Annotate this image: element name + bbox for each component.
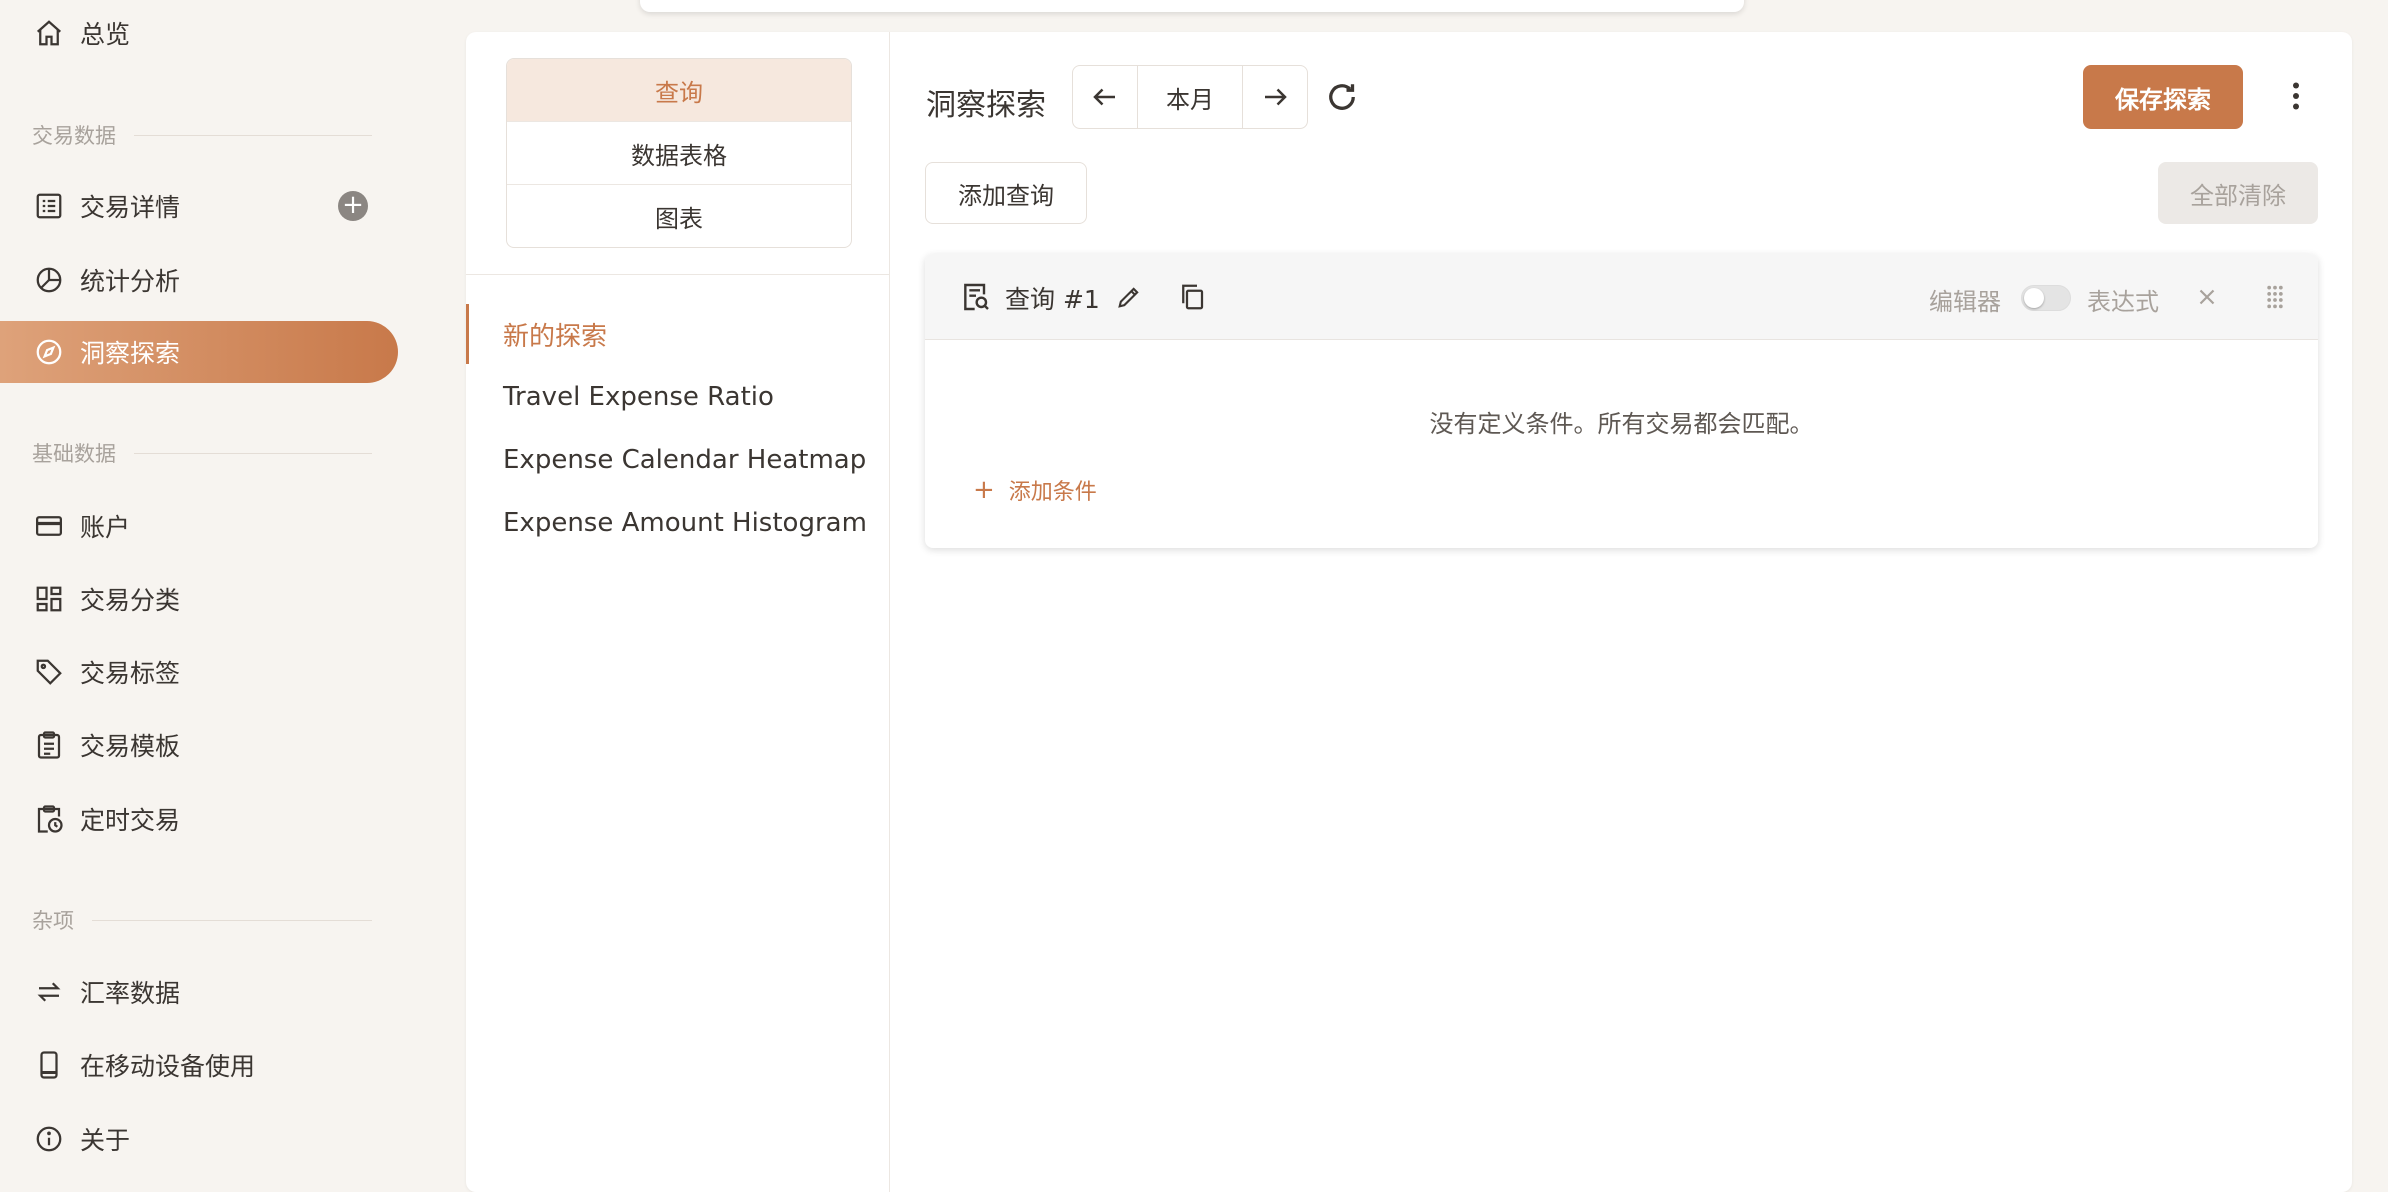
phone-icon xyxy=(32,1048,66,1082)
home-icon xyxy=(32,16,66,50)
sidebar-item-exchange-rates[interactable]: 汇率数据 xyxy=(0,961,398,1023)
previous-period-button[interactable] xyxy=(1073,66,1137,128)
sidebar-item-tags[interactable]: 交易标签 xyxy=(0,641,398,703)
clear-all-button[interactable]: 全部清除 xyxy=(2158,162,2318,224)
sidebar-item-statistics[interactable]: 统计分析 xyxy=(0,249,398,311)
sidebar-item-label: 关于 xyxy=(80,1126,131,1155)
sidebar-item-label: 定时交易 xyxy=(80,806,181,835)
sidebar-item-transaction-details[interactable]: 交易详情 + xyxy=(0,175,398,237)
edit-icon[interactable] xyxy=(1112,280,1146,314)
query-card: 查询 #1 编辑器 表达式 没有定义条件。所有交易都会匹配。 + 添加条件 xyxy=(925,254,2318,548)
page-title: 洞察探索 xyxy=(926,88,1046,123)
date-range-selector: 本月 xyxy=(1072,65,1308,129)
tab-query[interactable]: 查询 xyxy=(507,59,851,122)
add-transaction-icon[interactable]: + xyxy=(338,191,368,221)
pie-chart-icon xyxy=(32,263,66,297)
refresh-icon[interactable] xyxy=(1324,79,1360,115)
add-query-button[interactable]: 添加查询 xyxy=(925,162,1087,224)
sidebar-item-accounts[interactable]: 账户 xyxy=(0,495,398,557)
divider xyxy=(466,274,890,275)
section-label: 基础数据 xyxy=(32,442,116,466)
close-icon[interactable] xyxy=(2190,280,2224,314)
section-header-transactions: 交易数据 xyxy=(32,120,372,150)
section-header-misc: 杂项 xyxy=(32,905,372,935)
exploration-item[interactable]: Expense Amount Histogram xyxy=(466,493,889,553)
editor-label: 编辑器 xyxy=(1929,288,2001,316)
add-condition-label: 添加条件 xyxy=(1008,480,1097,505)
section-label: 交易数据 xyxy=(32,124,116,148)
compass-icon xyxy=(32,335,66,369)
swap-arrows-icon xyxy=(32,975,66,1009)
tab-chart[interactable]: 图表 xyxy=(507,185,851,247)
sidebar-item-label: 洞察探索 xyxy=(80,339,181,368)
section-header-basic: 基础数据 xyxy=(32,438,372,468)
expression-label: 表达式 xyxy=(2087,288,2159,316)
copy-icon[interactable] xyxy=(1175,280,1209,314)
sidebar-item-label: 交易模板 xyxy=(80,732,181,761)
expression-toggle[interactable] xyxy=(2021,285,2071,311)
sidebar-item-label: 在移动设备使用 xyxy=(80,1052,256,1081)
sidebar-item-about[interactable]: 关于 xyxy=(0,1108,398,1170)
date-range-button[interactable]: 本月 xyxy=(1137,66,1243,128)
plus-icon: + xyxy=(973,475,995,505)
next-period-button[interactable] xyxy=(1243,66,1307,128)
exploration-item[interactable]: Travel Expense Ratio xyxy=(466,367,889,427)
sidebar-item-label: 统计分析 xyxy=(80,267,181,296)
arrow-right-icon xyxy=(1265,88,1287,106)
clipboard-icon xyxy=(32,728,66,762)
sidebar-item-scheduled[interactable]: 定时交易 xyxy=(0,788,398,850)
tag-icon xyxy=(32,655,66,689)
dashboard-icon xyxy=(32,582,66,616)
query-search-icon xyxy=(959,280,993,314)
scheduled-clipboard-icon xyxy=(32,802,66,836)
sidebar-item-label: 账户 xyxy=(80,513,131,542)
sidebar-item-templates[interactable]: 交易模板 xyxy=(0,714,398,776)
exploration-item-new[interactable]: 新的探索 xyxy=(466,304,889,364)
query-title: 查询 #1 xyxy=(1005,285,1100,314)
empty-conditions-message: 没有定义条件。所有交易都会匹配。 xyxy=(1429,410,1814,438)
sidebar-item-label: 交易分类 xyxy=(80,586,181,615)
drag-handle-icon[interactable] xyxy=(2258,280,2292,314)
view-mode-tabs: 查询 数据表格 图表 xyxy=(506,58,852,248)
query-card-header: 查询 #1 编辑器 表达式 xyxy=(925,254,2318,340)
sidebar-item-overview[interactable]: 总览 xyxy=(0,2,398,64)
sidebar-item-label: 交易标签 xyxy=(80,659,181,688)
sidebar-item-label: 总览 xyxy=(80,20,131,49)
main-card: 查询 数据表格 图表 新的探索 Travel Expense Ratio Exp… xyxy=(466,32,2352,1192)
sidebar: 总览 交易数据 交易详情 + 统计分析 洞察探索 基础数据 账户 交易分类 交易… xyxy=(0,0,410,1164)
arrow-left-icon xyxy=(1093,88,1115,106)
sidebar-item-categories[interactable]: 交易分类 xyxy=(0,568,398,630)
add-condition-button[interactable]: + 添加条件 xyxy=(973,474,1097,506)
section-label: 杂项 xyxy=(32,909,74,933)
sidebar-item-mobile[interactable]: 在移动设备使用 xyxy=(0,1034,398,1096)
more-vertical-icon[interactable] xyxy=(2276,76,2316,116)
sidebar-item-label: 汇率数据 xyxy=(80,979,181,1008)
list-icon xyxy=(32,189,66,223)
credit-card-icon xyxy=(32,509,66,543)
info-icon xyxy=(32,1122,66,1156)
top-dropdown-fragment xyxy=(640,0,1744,12)
tab-data-table[interactable]: 数据表格 xyxy=(507,122,851,185)
exploration-panel: 查询 数据表格 图表 新的探索 Travel Expense Ratio Exp… xyxy=(466,32,890,1192)
sidebar-item-label: 交易详情 xyxy=(80,193,181,222)
sidebar-item-insights[interactable]: 洞察探索 xyxy=(0,321,398,383)
exploration-item[interactable]: Expense Calendar Heatmap xyxy=(466,430,889,490)
save-exploration-button[interactable]: 保存探索 xyxy=(2083,65,2243,129)
